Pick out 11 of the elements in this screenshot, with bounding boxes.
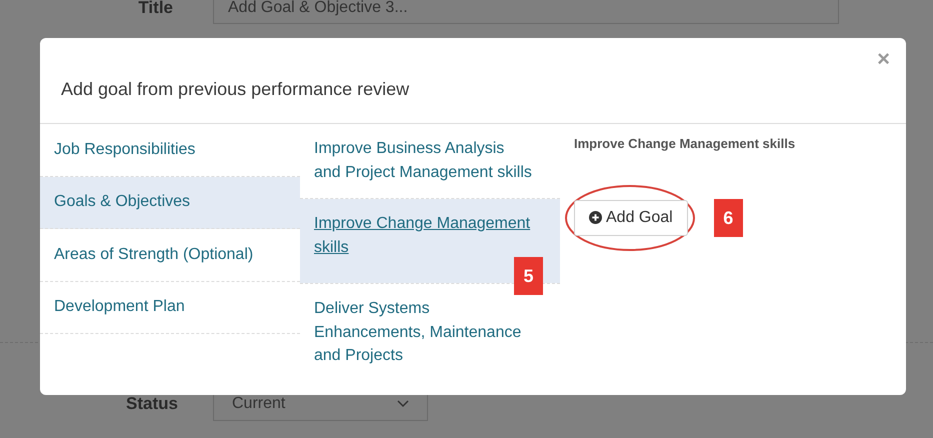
modal-title: Add goal from previous performance review [61,78,410,101]
step-number-badge: 6 [714,198,743,236]
plus-circle-icon [589,211,602,224]
title-field[interactable]: Add Goal & Objective 3... [213,0,839,24]
step-number-badge: 5 [514,257,543,295]
field-label: Status [125,393,179,416]
detail-title: Improve Change Management skills [574,135,796,153]
add-goal-button[interactable]: Add Goal [574,200,688,236]
section-item[interactable]: Goals & Objectives [40,176,300,229]
field-label: Title [137,0,174,20]
chevron-down-icon [397,400,409,408]
